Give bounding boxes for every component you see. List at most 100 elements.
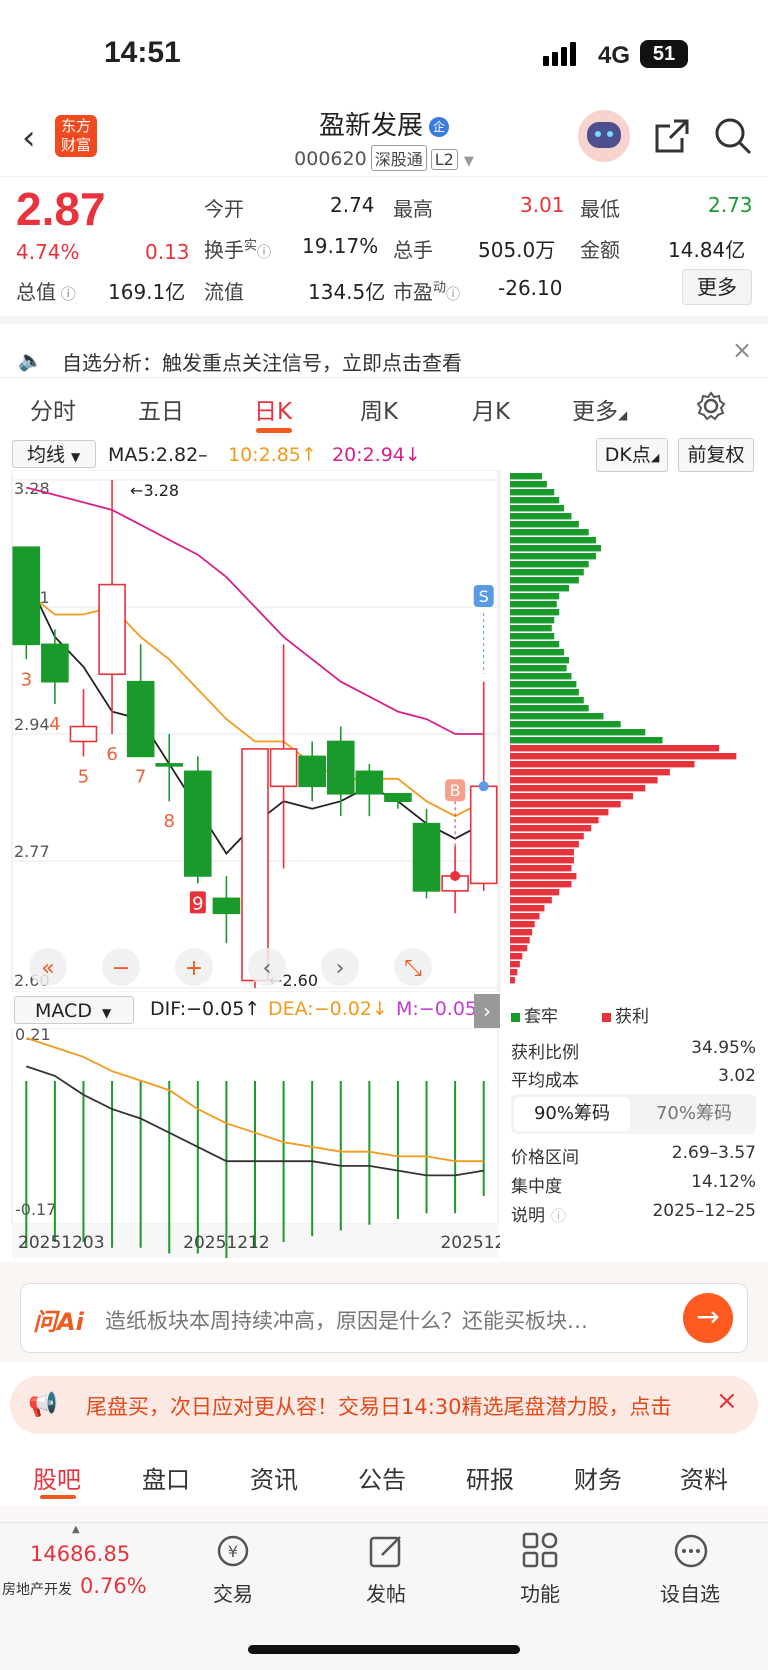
day-marker: 9 [192, 893, 203, 914]
sell-signal-label: S [479, 587, 489, 606]
high-value: 3.01 [520, 193, 565, 217]
day-marker: 3 [21, 669, 32, 690]
buy-signal-label: B [450, 781, 461, 800]
index-value[interactable]: 14686.85 [30, 1542, 130, 1566]
volume-value: 505.0万 [478, 238, 556, 262]
promo-banner[interactable]: 📢 尾盘买，次日应对更从容！交易日14:30精选尾盘潜力股，点击 × [10, 1376, 758, 1434]
tab-daily-k[interactable]: 日K [254, 392, 292, 426]
tab-minute[interactable]: 分时 [30, 392, 76, 426]
chevron-right-icon[interactable]: › [474, 994, 500, 1028]
macd-bottom-label: -0.17 [15, 1200, 56, 1219]
nav-post[interactable]: 发帖 [336, 1578, 436, 1607]
kline-chart[interactable]: 3.283.112.942.772.603456789←3.28←2.60SB«… [0, 470, 768, 992]
indicator-select[interactable]: MACD ▼ [14, 996, 134, 1024]
close-icon[interactable]: × [732, 336, 752, 364]
note-date: 2025–12–25 [652, 1201, 756, 1221]
tab-guba[interactable]: 股吧 [33, 1460, 81, 1495]
dk-point-button[interactable]: DK点◢ [596, 438, 668, 472]
pe-value: -26.10 [498, 276, 563, 300]
chip-bar-profit [510, 777, 658, 784]
tab-more[interactable]: 更多◢ [572, 392, 627, 426]
nav-add-watchlist[interactable]: 设自选 [640, 1578, 740, 1607]
trade-icon[interactable]: ¥ [213, 1532, 253, 1570]
tab-monthly-k[interactable]: 月K [472, 392, 510, 426]
chip-bar-profit [510, 745, 720, 752]
share-icon[interactable] [654, 118, 690, 154]
chip-bar-loss [510, 737, 663, 744]
chip-bar-loss [510, 625, 552, 632]
tab-five-day[interactable]: 五日 [138, 392, 184, 426]
date-label: 20251203 [18, 1233, 105, 1253]
tab-news[interactable]: 资讯 [250, 1460, 298, 1495]
chip-bar-loss [510, 537, 597, 544]
chip-bar-loss [510, 529, 589, 536]
home-indicator [248, 1645, 520, 1654]
candle-body [184, 770, 212, 877]
zoom-out-icon-glyph: − [112, 956, 130, 981]
note-label[interactable]: 说明 ⓘ [511, 1201, 566, 1226]
legend-loss: 套牢 [511, 1002, 558, 1027]
tab-chip-70[interactable]: 70%筹码 [635, 1097, 753, 1131]
scroll-left-icon-glyph: « [41, 956, 54, 981]
chip-bar-profit [510, 937, 530, 944]
tab-chip-90[interactable]: 90%筹码 [514, 1097, 630, 1131]
signal-icon [543, 42, 576, 66]
day-marker: 5 [78, 766, 89, 787]
y-tick-label: 2.94 [14, 715, 50, 734]
ai-ask-bar[interactable]: 问Ai 造纸板块本周持续冲高，原因是什么？还能买板块… → [20, 1283, 748, 1353]
m-legend: M:−0.05 [396, 998, 478, 1020]
assistant-avatar-icon[interactable] [578, 110, 630, 162]
buy-signal-dot [450, 870, 461, 881]
chip-tabs: 90%筹码 70%筹码 [511, 1094, 756, 1134]
chip-bar-loss [510, 729, 646, 736]
ai-question-input[interactable]: 造纸板块本周持续冲高，原因是什么？还能买板块… [105, 1305, 588, 1335]
mktcap-label: 总值 ⓘ [16, 280, 76, 304]
y-tick-label: 2.77 [14, 842, 50, 861]
send-arrow-icon[interactable]: → [683, 1293, 733, 1343]
ma10-legend: 10:2.85↑ [228, 444, 317, 466]
tab-profile[interactable]: 资料 [680, 1460, 728, 1495]
chip-bar-loss [510, 553, 597, 560]
tab-active-indicator [256, 428, 292, 433]
chip-bar-profit [510, 881, 572, 888]
chip-bar-profit [510, 961, 520, 968]
adjust-button[interactable]: 前复权 [678, 438, 754, 472]
candle-body [412, 822, 441, 892]
post-icon[interactable] [368, 1532, 406, 1570]
candle-body [212, 897, 241, 915]
promo-close-icon[interactable]: × [716, 1386, 738, 1416]
low-label: 最低 [580, 197, 620, 221]
day-marker: 6 [106, 744, 117, 765]
macd-chart[interactable]: 0.21 -0.17 20251203 20251212 20251225 [0, 1028, 500, 1258]
chip-bar-loss [510, 681, 577, 688]
pe-label: 市盈动ⓘ [393, 280, 461, 304]
tab-order-book[interactable]: 盘口 [142, 1460, 190, 1495]
tab-weekly-k[interactable]: 周K [360, 392, 398, 426]
candle-body [241, 748, 269, 982]
watchlist-icon[interactable] [672, 1532, 710, 1570]
ai-logo: 问Ai [33, 1308, 84, 1336]
more-quote-button[interactable]: 更多 [682, 269, 752, 305]
candle-body [469, 785, 498, 885]
price-range-label: 价格区间 [511, 1148, 579, 1168]
amount-label: 金额 [580, 238, 620, 262]
tab-announcements[interactable]: 公告 [358, 1460, 406, 1495]
notice-text[interactable]: 自选分析：触发重点关注信号，立即点击查看 [62, 347, 462, 376]
chip-bar-profit [510, 945, 528, 952]
function-grid-icon[interactable] [522, 1532, 558, 1568]
megaphone-icon: 📢 [28, 1390, 58, 1418]
nav-function[interactable]: 功能 [490, 1578, 590, 1607]
day-marker: 4 [49, 714, 60, 735]
tab-finance[interactable]: 财务 [574, 1460, 622, 1495]
day-marker: 7 [135, 766, 146, 787]
chip-bar-profit [510, 825, 592, 832]
nav-trade[interactable]: 交易 [183, 1578, 283, 1607]
tab-research[interactable]: 研报 [466, 1460, 514, 1495]
search-icon[interactable] [714, 117, 752, 155]
candle-body [69, 725, 98, 743]
settings-gear-icon[interactable] [696, 391, 726, 421]
chip-bar-loss [510, 697, 584, 704]
candle-body [355, 770, 384, 795]
chip-bar-profit [510, 977, 515, 984]
ma-select[interactable]: 均线 ▼ [12, 440, 96, 468]
